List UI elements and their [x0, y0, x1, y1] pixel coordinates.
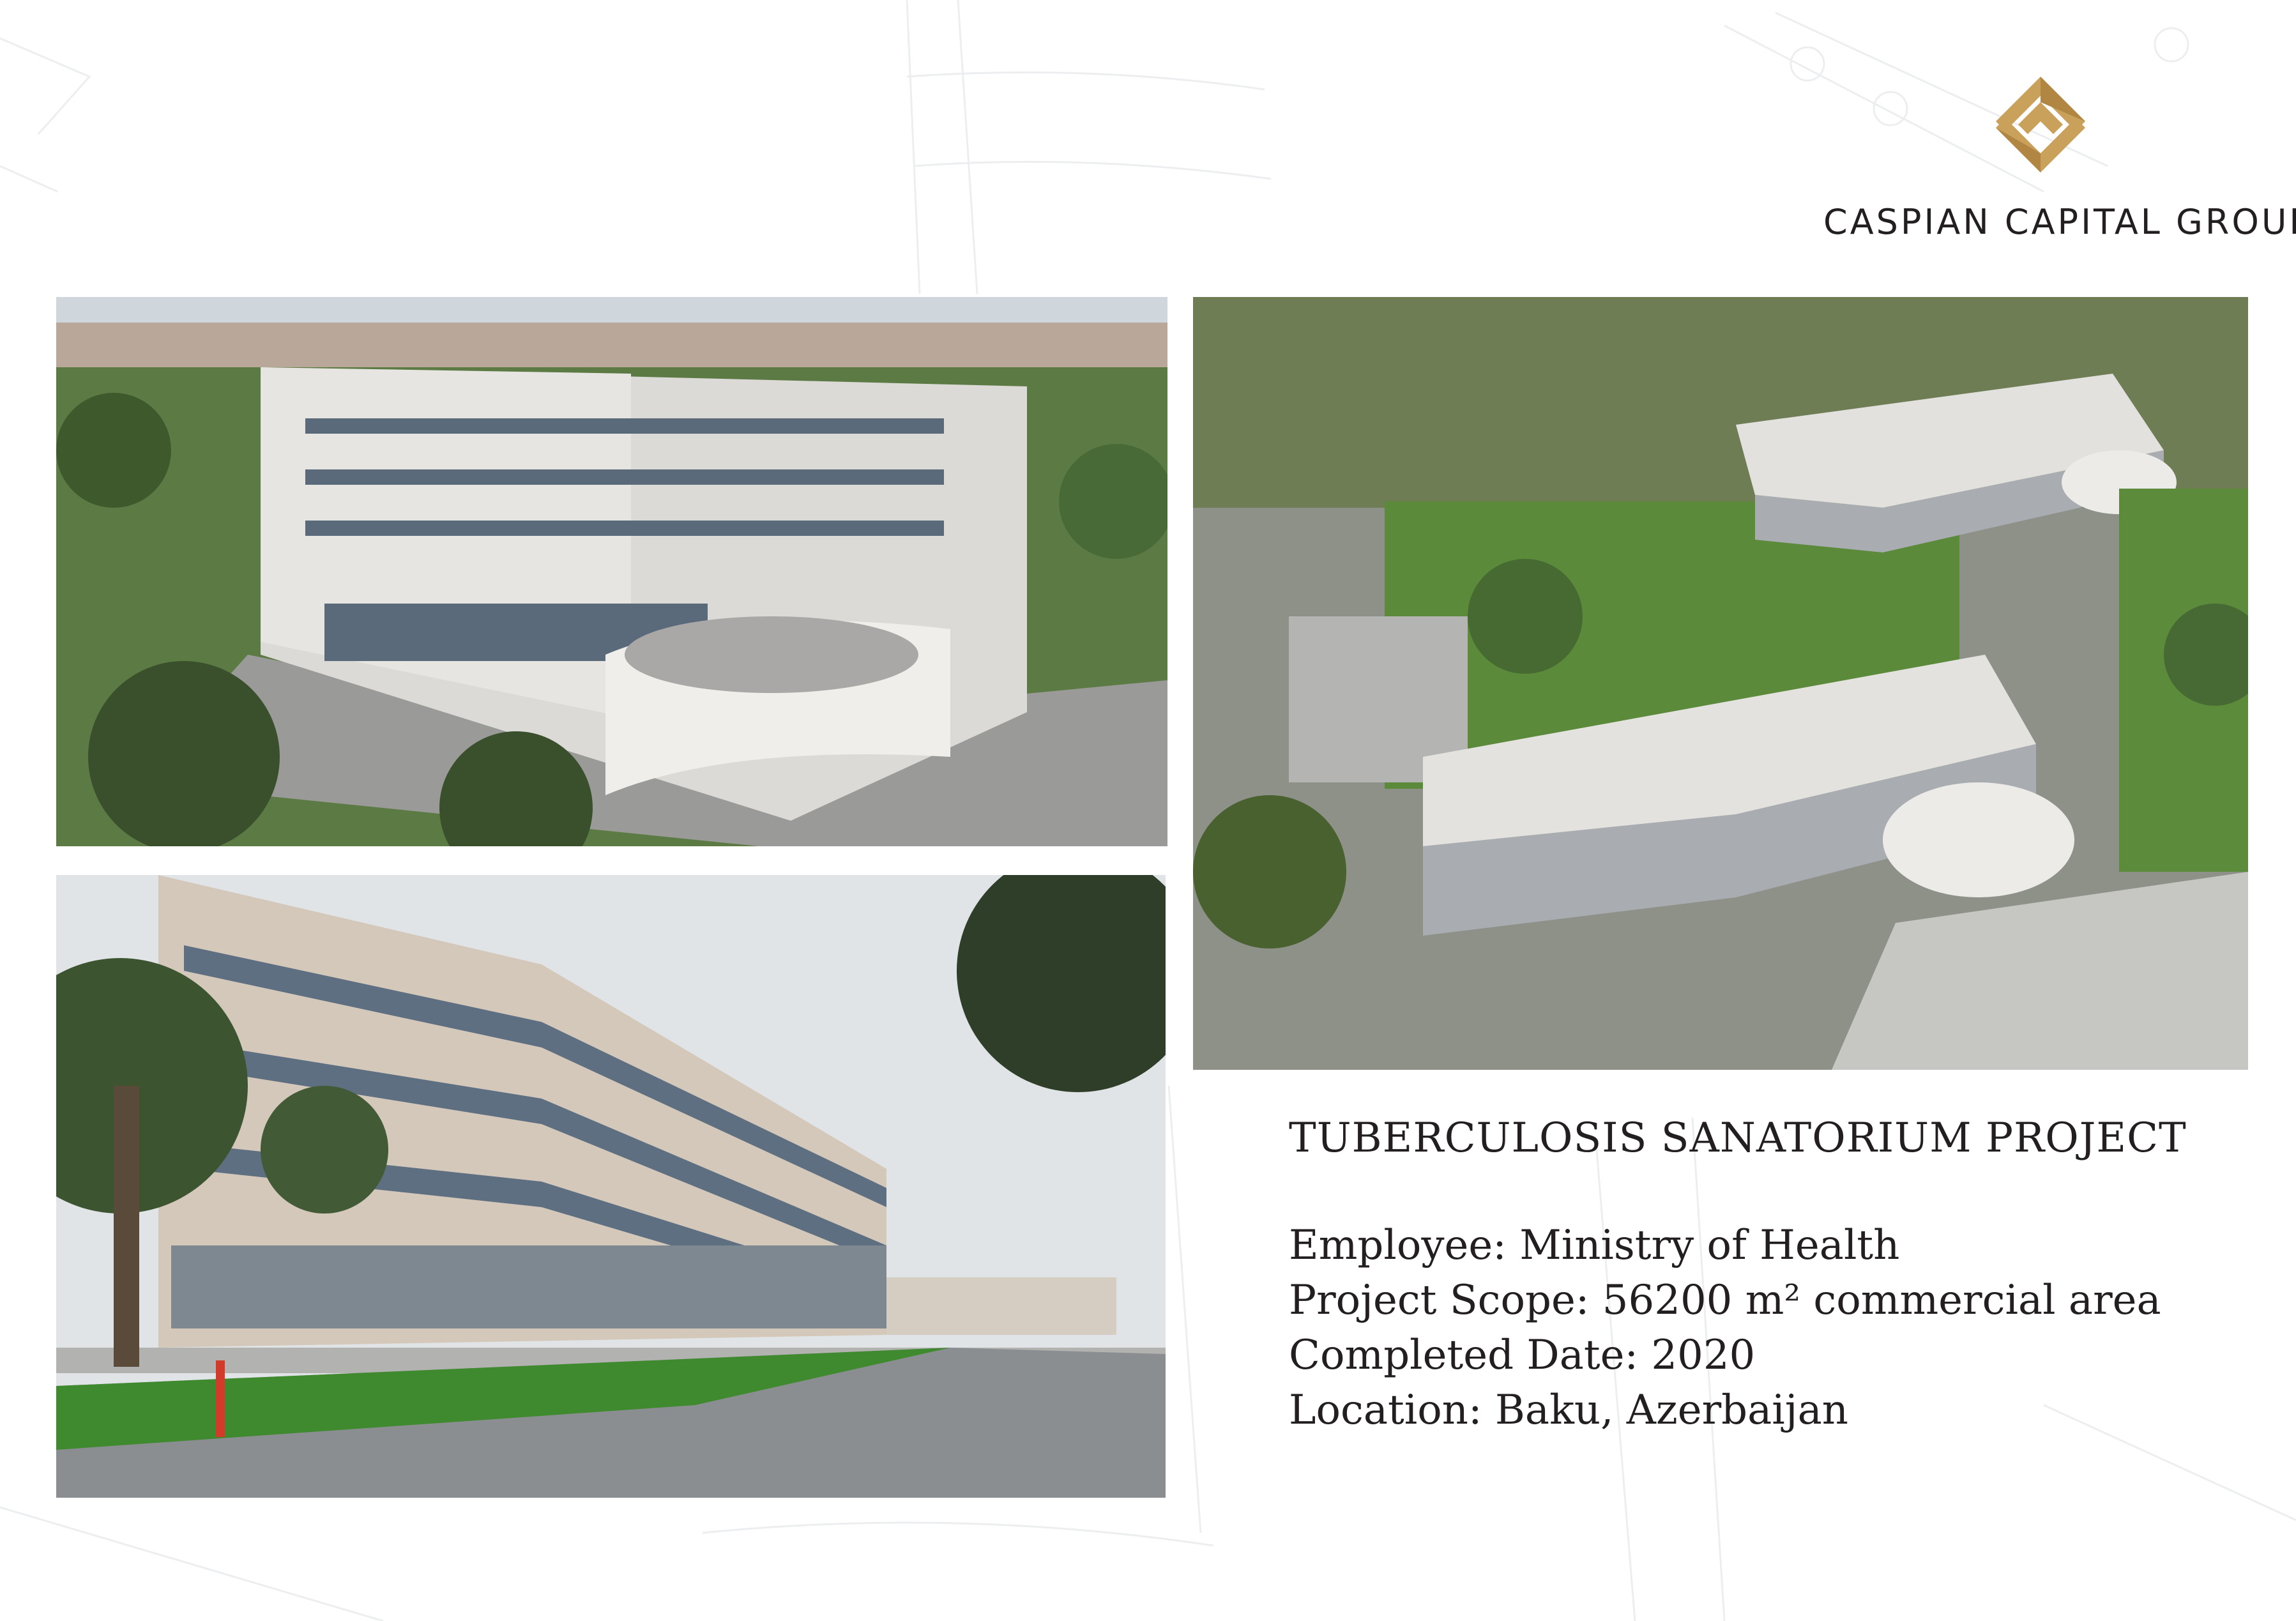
photo-street-level: [56, 875, 1166, 1498]
photo-aerial-front: [56, 297, 1167, 846]
project-title: TUBERCULOSIS SANATORIUM PROJECT: [1289, 1115, 2187, 1162]
photo-aerial-campus: [1193, 297, 2248, 1070]
project-scope: Project Scope: 56200 m² commercial area: [1289, 1277, 2161, 1324]
project-completed-date: Completed Date: 2020: [1289, 1332, 1756, 1379]
brand-logo[interactable]: CASPIAN CAPITAL GROUP: [1823, 77, 2296, 255]
caspian-diamond-logo-icon: [1996, 77, 2085, 172]
project-employee: Employee: Ministry of Health: [1289, 1222, 1900, 1269]
project-info: TUBERCULOSIS SANATORIUM PROJECT Employee…: [1289, 1115, 2247, 1438]
brand-name: CASPIAN CAPITAL GROUP: [1823, 202, 2296, 242]
project-location: Location: Baku, Azerbaijan: [1289, 1387, 1848, 1434]
